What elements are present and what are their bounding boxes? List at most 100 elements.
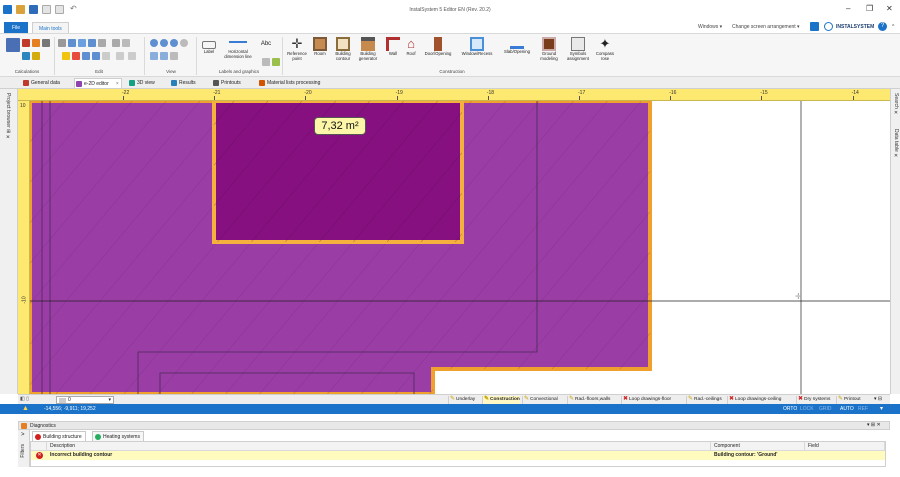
zoom-in-icon[interactable] [150, 39, 158, 47]
delete-icon[interactable] [72, 52, 80, 60]
column-description[interactable]: Description [47, 442, 711, 451]
building-contour-button[interactable]: Building contour [330, 37, 356, 62]
table-row[interactable]: ✕ Incorrect building contour Building co… [31, 451, 885, 460]
layout-icon[interactable] [810, 22, 819, 31]
zoom-out-icon[interactable] [160, 39, 168, 47]
arrangement-menu[interactable]: Change screen arrangement ▾ [732, 24, 800, 30]
search-panel-tab[interactable]: Search ✕ [893, 93, 899, 116]
wall-icon [386, 37, 400, 51]
zoom-all-icon[interactable] [180, 39, 188, 47]
tab-general-data[interactable]: General data [22, 78, 60, 88]
row-component: Building contour: 'Ground' [714, 452, 778, 458]
status-ortho[interactable]: ORTO [783, 406, 797, 412]
column-field[interactable]: Field [805, 442, 885, 451]
layers-icon[interactable] [102, 52, 110, 60]
roof-icon: ⌂ [407, 36, 415, 51]
copy-tool-icon[interactable] [68, 39, 76, 47]
calc-e-icon[interactable] [32, 52, 40, 60]
layer-select[interactable]: 0 ▾ [56, 396, 114, 404]
minimize-button[interactable]: – [846, 4, 850, 13]
layer-menu-icon[interactable]: ▾ ⊟ [874, 396, 882, 402]
tab-2d-editor[interactable]: e-2D editor × [74, 78, 122, 88]
calc-a-icon[interactable] [22, 39, 30, 47]
array-icon[interactable] [116, 52, 124, 60]
text-style-button[interactable]: Abc [256, 37, 276, 52]
layer-rad-floors-walls[interactable]: ✎ Rad.-floors,walls [567, 396, 610, 404]
drawing-svg[interactable] [30, 101, 890, 394]
mirror-icon[interactable] [112, 39, 120, 47]
pan-icon[interactable] [150, 52, 158, 60]
ruler-tick-label: 10 [20, 103, 26, 109]
column-component[interactable]: Component [711, 442, 805, 451]
tab-3d-view[interactable]: 3D view [128, 78, 155, 88]
status-menu-icon[interactable]: ▾ [880, 405, 883, 412]
properties-icon[interactable] [82, 52, 90, 60]
image-icon[interactable] [272, 58, 280, 66]
symbols-assignment-button[interactable]: Symbols assignment [562, 37, 594, 62]
layer-loop-drawings-floor[interactable]: ✖ Loop drawings-floor [621, 396, 671, 404]
layer-rad-ceilings[interactable]: ✎ Rad.-ceilings [686, 396, 722, 404]
text-abc-icon: Abc [260, 41, 272, 47]
calc-b-icon[interactable] [32, 39, 40, 47]
compass-rose-button[interactable]: ✦ Compass rose [592, 37, 618, 62]
zoom-window-icon[interactable] [170, 39, 178, 47]
layer-loop-drawings-ceiling[interactable]: ✖ Loop drawings-ceiling [727, 396, 781, 404]
tab-heating-systems[interactable]: Heating systems [92, 431, 144, 441]
filters-tab[interactable]: Filters [20, 444, 26, 458]
wall-button[interactable]: Wall [382, 37, 404, 57]
building-generator-button[interactable]: Building generator [354, 37, 382, 62]
tab-printouts[interactable]: Printouts [212, 78, 241, 88]
room-area-label[interactable]: 7,32 m² [314, 117, 366, 135]
layer-underlay[interactable]: ✎ Underlay [448, 396, 475, 404]
group-icon[interactable] [92, 52, 100, 60]
move-icon[interactable] [88, 39, 96, 47]
slab-opening-button[interactable]: Slab/Opening [498, 37, 536, 55]
layer-convectional[interactable]: ✎ Convectional [522, 396, 558, 404]
diagnostics-filters-dock: > Filters [18, 430, 30, 467]
tab-results[interactable]: Results [170, 78, 196, 88]
tab-building-structure[interactable]: Building structure [32, 431, 86, 441]
horizontal-dimension-button[interactable]: Horizontal dimension line [218, 37, 258, 60]
panel-controls-icon[interactable]: ▾ ⊞ ✕ [867, 422, 881, 428]
layer-construction[interactable]: ✎ Construction [482, 396, 520, 404]
right-dock: Search ✕ Data table ✕ [890, 89, 900, 394]
room-button[interactable]: Room [310, 37, 330, 57]
redraw-icon[interactable] [160, 52, 168, 60]
calc-c-icon[interactable] [42, 39, 50, 47]
layer-dry-systems[interactable]: ✖ Dry systems [796, 396, 830, 404]
close-tab-icon[interactable]: × [116, 79, 119, 89]
view-options-icon[interactable] [170, 52, 178, 60]
align-icon[interactable] [122, 39, 130, 47]
restore-button[interactable]: ❐ [866, 4, 873, 13]
tab-material-lists[interactable]: Material lists processing [258, 78, 320, 88]
help-icon[interactable]: ? [878, 22, 887, 31]
snap-icon[interactable] [128, 52, 136, 60]
window-recess-button[interactable]: Window/Recess [456, 37, 498, 57]
layer-toggle-icon[interactable]: ◧ ▯ [20, 396, 29, 402]
cut-icon[interactable] [58, 39, 66, 47]
reference-point-button[interactable]: ✛ Reference point [284, 37, 310, 62]
roof-button[interactable]: ⌂ Roof [402, 37, 420, 57]
calculations-icon[interactable] [6, 38, 20, 52]
warning-icon[interactable]: ▲ [22, 405, 29, 412]
layer-printout[interactable]: ✎ Printout [836, 396, 861, 404]
calc-d-icon[interactable] [22, 52, 30, 60]
windows-menu[interactable]: Windows ▾ [698, 24, 722, 30]
graphics-icon[interactable] [262, 58, 270, 66]
select-icon[interactable] [62, 52, 70, 60]
data-table-panel-tab[interactable]: Data table ✕ [893, 129, 899, 159]
ground-modeling-button[interactable]: Ground modeling [536, 37, 562, 62]
label-button[interactable]: Label [199, 37, 219, 55]
rotate-icon[interactable] [98, 39, 106, 47]
collapse-ribbon-icon[interactable]: ^ [892, 24, 894, 30]
status-auto[interactable]: AUTO [840, 406, 854, 412]
expand-icon[interactable]: > [21, 432, 25, 438]
status-lock[interactable]: LOCK [800, 406, 814, 412]
paste-icon[interactable] [78, 39, 86, 47]
door-opening-button[interactable]: Door/Opening [420, 37, 456, 57]
project-browser-tab[interactable]: Project browser ⊞ ✕ [5, 93, 11, 141]
close-button[interactable]: ✕ [886, 4, 893, 13]
status-grid[interactable]: GRID [819, 406, 832, 412]
status-ref[interactable]: REF [858, 406, 868, 412]
drawing-canvas[interactable]: 7,32 m² ✛ [30, 101, 890, 394]
